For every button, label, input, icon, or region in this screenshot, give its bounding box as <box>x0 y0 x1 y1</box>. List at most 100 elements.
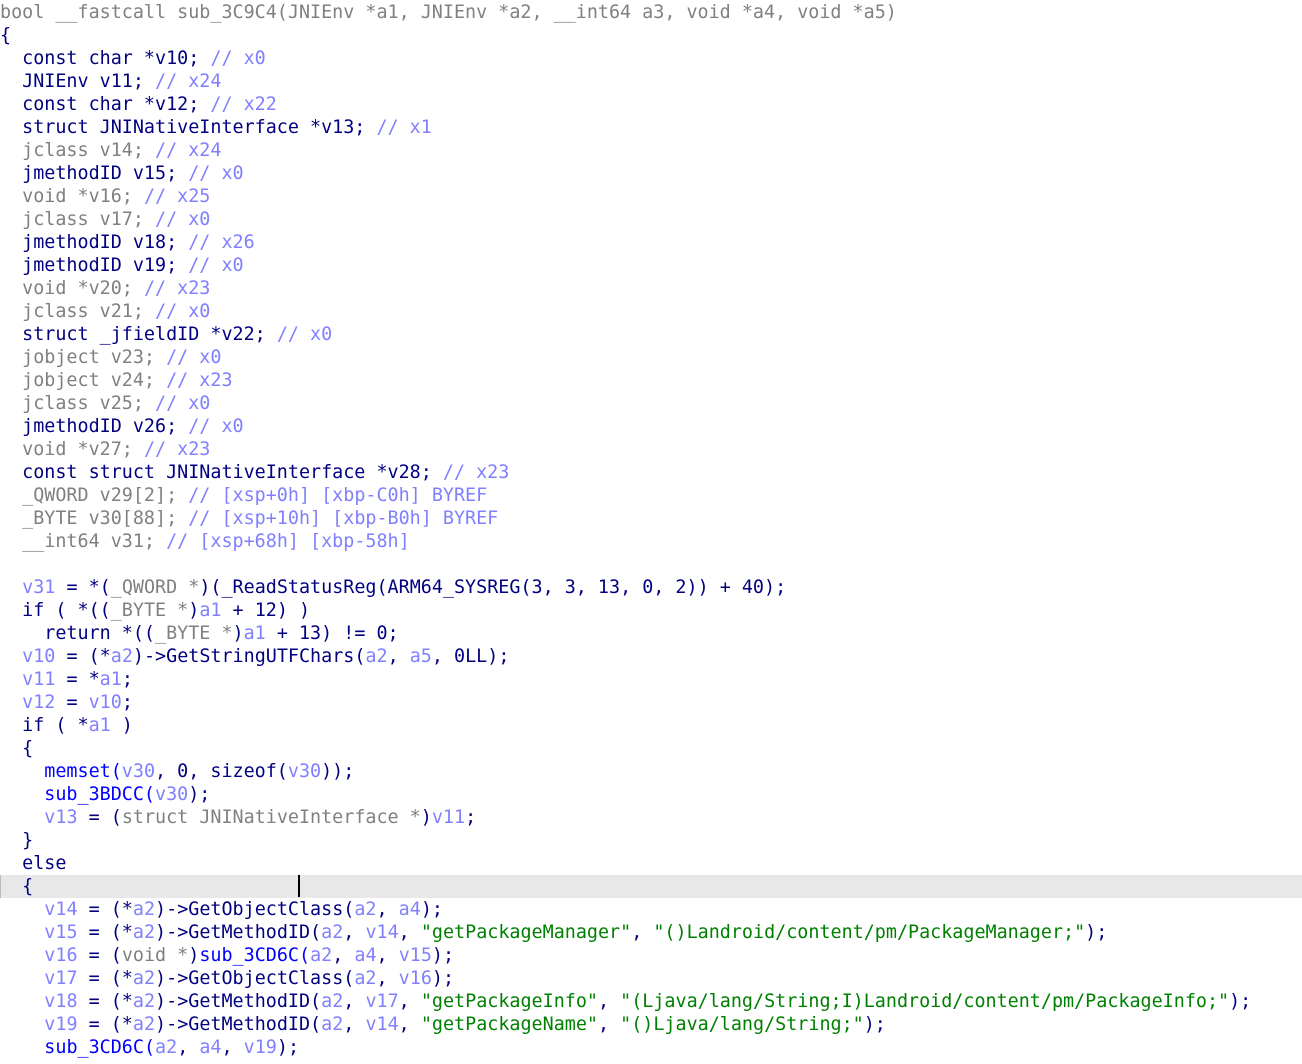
code-line[interactable]: const struct JNINativeInterface *v28; //… <box>0 461 1302 484</box>
code-token: v31 <box>22 577 56 598</box>
code-token: , <box>376 899 399 920</box>
code-line[interactable]: jobject v23; // x0 <box>0 346 1302 369</box>
code-line[interactable]: _BYTE v30[88]; // [xsp+10h] [xbp-B0h] BY… <box>0 507 1302 530</box>
code-token: a1 <box>243 623 266 644</box>
code-line[interactable]: __int64 v31; // [xsp+68h] [xbp-58h] <box>0 530 1302 553</box>
code-token: "()Landroid/content/pm/PackageManager;" <box>653 922 1086 943</box>
code-line[interactable]: jclass v17; // x0 <box>0 208 1302 231</box>
code-line[interactable]: struct _jfieldID *v22; // x0 <box>0 323 1302 346</box>
code-line[interactable]: v17 = (*a2)->GetObjectClass(a2, v16); <box>0 967 1302 990</box>
code-line[interactable]: bool __fastcall sub_3C9C4(JNIEnv *a1, JN… <box>0 1 1302 24</box>
code-token: a2 <box>365 646 388 667</box>
code-token: "()Ljava/lang/String;" <box>620 1014 864 1035</box>
code-token: // x22 <box>210 94 277 115</box>
code-token: a2 <box>310 945 333 966</box>
code-token: void * <box>121 945 189 966</box>
code-token: a2 <box>132 899 156 920</box>
code-line[interactable]: const char *v10; // x0 <box>0 47 1302 70</box>
code-token: v18 <box>44 991 78 1012</box>
code-token: , <box>343 1014 366 1035</box>
code-token: void *v20; <box>0 278 144 299</box>
code-line[interactable]: jclass v14; // x24 <box>0 139 1302 162</box>
code-token: = <box>55 692 89 713</box>
code-line[interactable]: jmethodID v15; // x0 <box>0 162 1302 185</box>
code-line[interactable]: v15 = (*a2)->GetMethodID(a2, v14, "getPa… <box>0 921 1302 944</box>
code-line[interactable]: _QWORD v29[2]; // [xsp+0h] [xbp-C0h] BYR… <box>0 484 1302 507</box>
code-token: if ( *(( <box>0 600 111 621</box>
code-line[interactable]: { <box>0 737 1302 760</box>
code-line[interactable]: { <box>0 875 1302 898</box>
code-token: // x23 <box>143 439 211 460</box>
code-token: v15 <box>398 945 432 966</box>
code-token: ); <box>863 1014 886 1035</box>
code-token: // x24 <box>155 71 222 92</box>
code-line[interactable]: else <box>0 852 1302 875</box>
code-token: // x25 <box>143 186 211 207</box>
code-token: ); <box>431 945 455 966</box>
code-token: const char *v12; <box>0 94 211 115</box>
code-token: // [xsp+0h] [xbp-C0h] BYREF <box>188 485 488 506</box>
code-line[interactable]: { <box>0 24 1302 47</box>
code-token: sub_3CD6C( <box>199 945 311 966</box>
code-line[interactable]: v19 = (*a2)->GetMethodID(a2, v14, "getPa… <box>0 1013 1302 1036</box>
code-line[interactable]: v14 = (*a2)->GetObjectClass(a2, a4); <box>0 898 1302 921</box>
code-token: = (* <box>77 991 133 1012</box>
code-token: )->GetStringUTFChars( <box>132 646 366 667</box>
code-token: a2 <box>132 1014 156 1035</box>
code-line[interactable] <box>0 553 1302 576</box>
code-token: ); <box>276 1037 300 1058</box>
code-line[interactable]: JNIEnv v11; // x24 <box>0 70 1302 93</box>
code-token: a5 <box>409 646 432 667</box>
code-line[interactable]: memset(v30, 0, sizeof(v30)); <box>0 760 1302 783</box>
code-line[interactable]: v10 = (*a2)->GetStringUTFChars(a2, a5, 0… <box>0 645 1302 668</box>
code-line[interactable]: void *v16; // x25 <box>0 185 1302 208</box>
code-token: ) <box>110 715 133 736</box>
code-line[interactable]: jclass v25; // x0 <box>0 392 1302 415</box>
code-line[interactable]: jclass v21; // x0 <box>0 300 1302 323</box>
code-line[interactable]: v31 = *(_QWORD *)(_ReadStatusReg(ARM64_S… <box>0 576 1302 599</box>
code-line[interactable]: v12 = v10; <box>0 691 1302 714</box>
code-token: jclass v14; <box>0 140 156 161</box>
code-token: a2 <box>321 1014 344 1035</box>
code-line[interactable]: if ( *a1 ) <box>0 714 1302 737</box>
code-line[interactable]: const char *v12; // x22 <box>0 93 1302 116</box>
code-line[interactable]: v11 = *a1; <box>0 668 1302 691</box>
code-line[interactable]: void *v27; // x23 <box>0 438 1302 461</box>
code-token: )->GetObjectClass( <box>155 899 355 920</box>
code-line[interactable]: jobject v24; // x23 <box>0 369 1302 392</box>
code-line[interactable]: struct JNINativeInterface *v13; // x1 <box>0 116 1302 139</box>
code-line[interactable]: v18 = (*a2)->GetMethodID(a2, v17, "getPa… <box>0 990 1302 1013</box>
code-token: v11 <box>431 807 466 828</box>
code-line[interactable]: v16 = (void *)sub_3CD6C(a2, a4, v15); <box>0 944 1302 967</box>
code-token: , <box>398 991 421 1012</box>
code-token: a2 <box>132 968 156 989</box>
code-token: v13 <box>44 807 78 828</box>
code-line[interactable]: } <box>0 829 1302 852</box>
code-token: v14 <box>44 899 78 920</box>
code-line[interactable]: jmethodID v19; // x0 <box>0 254 1302 277</box>
code-line[interactable]: return *((_BYTE *)a1 + 13) != 0; <box>0 622 1302 645</box>
code-token: , <box>597 1014 621 1035</box>
code-line[interactable]: v13 = (struct JNINativeInterface *)v11; <box>0 806 1302 829</box>
pseudocode-view[interactable]: bool __fastcall sub_3C9C4(JNIEnv *a1, JN… <box>0 0 1302 1064</box>
code-token: ); <box>420 899 443 920</box>
code-token: // x0 <box>188 163 244 184</box>
code-token: = (* <box>77 1014 133 1035</box>
code-token: ) <box>188 600 200 621</box>
code-token: "getPackageManager" <box>420 922 632 943</box>
code-token: )->GetMethodID( <box>155 922 322 943</box>
code-line[interactable]: sub_3CD6C(a2, a4, v19); <box>0 1036 1302 1059</box>
code-line[interactable]: sub_3BDCC(v30); <box>0 783 1302 806</box>
code-line[interactable]: jmethodID v18; // x26 <box>0 231 1302 254</box>
code-token: ; <box>121 669 133 690</box>
code-token: , <box>398 1014 421 1035</box>
code-line[interactable]: jmethodID v26; // x0 <box>0 415 1302 438</box>
code-line[interactable]: if ( *((_BYTE *)a1 + 12) ) <box>0 599 1302 622</box>
code-token: = * <box>55 669 100 690</box>
code-line[interactable]: void *v20; // x23 <box>0 277 1302 300</box>
code-token: void *v16; <box>0 186 144 207</box>
